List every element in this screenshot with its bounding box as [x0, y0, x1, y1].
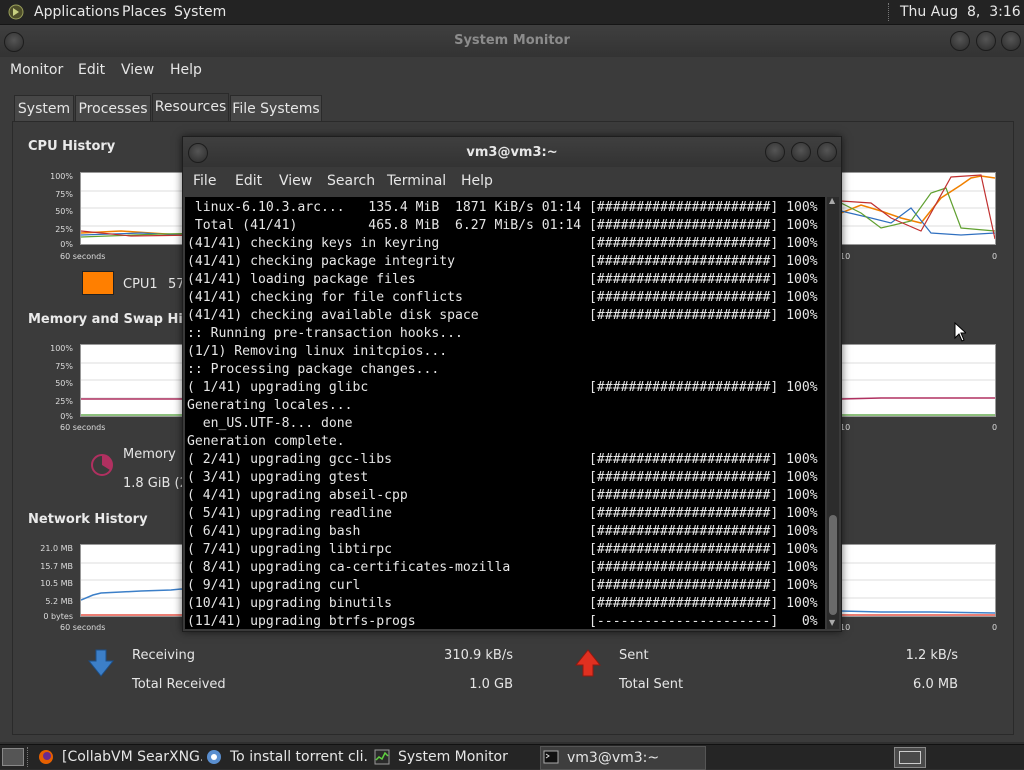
- task-firefox[interactable]: [CollabVM SearXNG...: [36, 746, 202, 768]
- taskbar: [CollabVM SearXNG... To install torrent …: [0, 744, 1024, 770]
- task-label: vm3@vm3:~: [567, 750, 660, 766]
- scroll-down-icon[interactable]: ▼: [829, 619, 837, 627]
- terminal-text: linux-6.10.3.arc... 135.4 MiB 1871 KiB/s…: [187, 200, 818, 629]
- menu-help[interactable]: Help: [170, 62, 202, 78]
- total-received-value: 1.0 GB: [469, 677, 513, 692]
- menu-edit[interactable]: Edit: [235, 173, 262, 189]
- mem-ytick: 25%: [55, 397, 73, 406]
- memory-label: Memory: [123, 447, 176, 462]
- mouse-pointer-icon: [954, 321, 968, 342]
- receiving-value: 310.9 kB/s: [444, 648, 513, 663]
- panel-separator: [888, 3, 891, 21]
- cpu1-color-swatch[interactable]: [82, 271, 114, 295]
- task-chromium[interactable]: To install torrent cli...: [204, 746, 368, 768]
- taskbar-separator: [27, 747, 29, 767]
- title-bar[interactable]: System Monitor: [0, 25, 1024, 57]
- total-received-label: Total Received: [132, 677, 226, 692]
- terminal-window: vm3@vm3:~ File Edit View Search Terminal…: [182, 136, 842, 632]
- task-label: System Monitor: [398, 749, 508, 765]
- tab-file-systems[interactable]: File Systems: [230, 95, 322, 122]
- menu-view[interactable]: View: [121, 62, 154, 78]
- task-system-monitor[interactable]: System Monitor: [372, 746, 536, 768]
- menu-help[interactable]: Help: [461, 173, 493, 189]
- terminal-output[interactable]: linux-6.10.3.arc... 135.4 MiB 1871 KiB/s…: [185, 197, 825, 629]
- terminal-title-bar[interactable]: vm3@vm3:~: [183, 137, 841, 167]
- terminal-icon: [543, 749, 559, 765]
- task-label: [CollabVM SearXNG...: [62, 749, 202, 765]
- gnome-foot-icon[interactable]: [8, 4, 24, 20]
- menu-terminal[interactable]: Terminal: [387, 173, 446, 189]
- network-history-title: Network History: [28, 512, 148, 527]
- window-title: System Monitor: [454, 33, 570, 48]
- menu-search[interactable]: Search: [327, 173, 375, 189]
- menu-monitor[interactable]: Monitor: [10, 62, 63, 78]
- scroll-up-icon[interactable]: ▲: [829, 197, 837, 205]
- system-monitor-icon: [374, 749, 390, 765]
- chromium-icon: [206, 749, 222, 765]
- terminal-title: vm3@vm3:~: [466, 145, 558, 160]
- menu-system[interactable]: System: [174, 4, 226, 20]
- receiving-arrow-icon[interactable]: [87, 649, 115, 677]
- tab-resources[interactable]: Resources: [152, 93, 229, 123]
- mem-xlabel-right: 0: [992, 423, 998, 432]
- cpu-xlabel-right: 0: [992, 252, 998, 261]
- cpu-history-title: CPU History: [28, 139, 116, 154]
- mem-ytick: 50%: [55, 379, 73, 388]
- net-ytick: 5.2 MB: [45, 597, 73, 606]
- maximize-button[interactable]: [791, 142, 811, 162]
- cpu-xlabel-left: 60 seconds: [60, 252, 106, 261]
- cpu-ytick: 0%: [60, 240, 73, 249]
- sent-value: 1.2 kB/s: [905, 648, 958, 663]
- show-desktop-icon[interactable]: [2, 748, 24, 766]
- workspace-switcher[interactable]: [894, 747, 926, 768]
- mem-ytick: 0%: [60, 412, 73, 421]
- net-ytick: 15.7 MB: [40, 562, 73, 571]
- minimize-button[interactable]: [950, 31, 970, 51]
- tab-processes[interactable]: Processes: [75, 95, 151, 122]
- mem-ytick: 100%: [50, 344, 73, 353]
- cpu-ytick: 50%: [55, 207, 73, 216]
- menu-view[interactable]: View: [279, 173, 312, 189]
- menu-edit[interactable]: Edit: [78, 62, 105, 78]
- menu-places[interactable]: Places: [122, 4, 167, 20]
- net-ytick: 10.5 MB: [40, 579, 73, 588]
- memory-pie-icon[interactable]: [90, 453, 114, 477]
- mem-xlabel-left: 60 seconds: [60, 423, 106, 432]
- minimize-button[interactable]: [765, 142, 785, 162]
- top-panel: Applications Places System Thu Aug 8, 3:…: [0, 0, 1024, 25]
- close-button[interactable]: [817, 142, 837, 162]
- maximize-button[interactable]: [976, 31, 996, 51]
- scrollbar-thumb[interactable]: [829, 515, 837, 615]
- clock[interactable]: Thu Aug 8, 3:16 PM: [900, 4, 1024, 20]
- sent-arrow-icon[interactable]: [574, 649, 602, 677]
- close-button[interactable]: [1001, 31, 1021, 51]
- receiving-label: Receiving: [132, 648, 196, 663]
- tab-system[interactable]: System: [14, 95, 74, 122]
- menu-file[interactable]: File: [193, 173, 216, 189]
- net-ytick: 21.0 MB: [40, 544, 73, 553]
- task-label: To install torrent cli...: [230, 749, 368, 765]
- firefox-icon: [38, 749, 54, 765]
- total-sent-value: 6.0 MB: [913, 677, 958, 692]
- task-terminal[interactable]: vm3@vm3:~: [540, 746, 706, 770]
- menu-applications[interactable]: Applications: [34, 4, 120, 20]
- cpu-ytick: 25%: [55, 225, 73, 234]
- net-xlabel-right: 0: [992, 623, 998, 632]
- workspace-icon: [899, 751, 921, 764]
- mem-ytick: 75%: [55, 362, 73, 371]
- cpu-ytick: 75%: [55, 190, 73, 199]
- cpu1-label: CPU1: [123, 277, 158, 292]
- net-ytick: 0 bytes: [43, 612, 73, 621]
- total-sent-label: Total Sent: [619, 677, 684, 692]
- sent-label: Sent: [619, 648, 649, 663]
- cpu-ytick: 100%: [50, 172, 73, 181]
- terminal-menu-bar: File Edit View Search Terminal Help: [183, 167, 841, 195]
- terminal-scrollbar[interactable]: ▲ ▼: [827, 197, 839, 629]
- net-xlabel-left: 60 seconds: [60, 623, 106, 632]
